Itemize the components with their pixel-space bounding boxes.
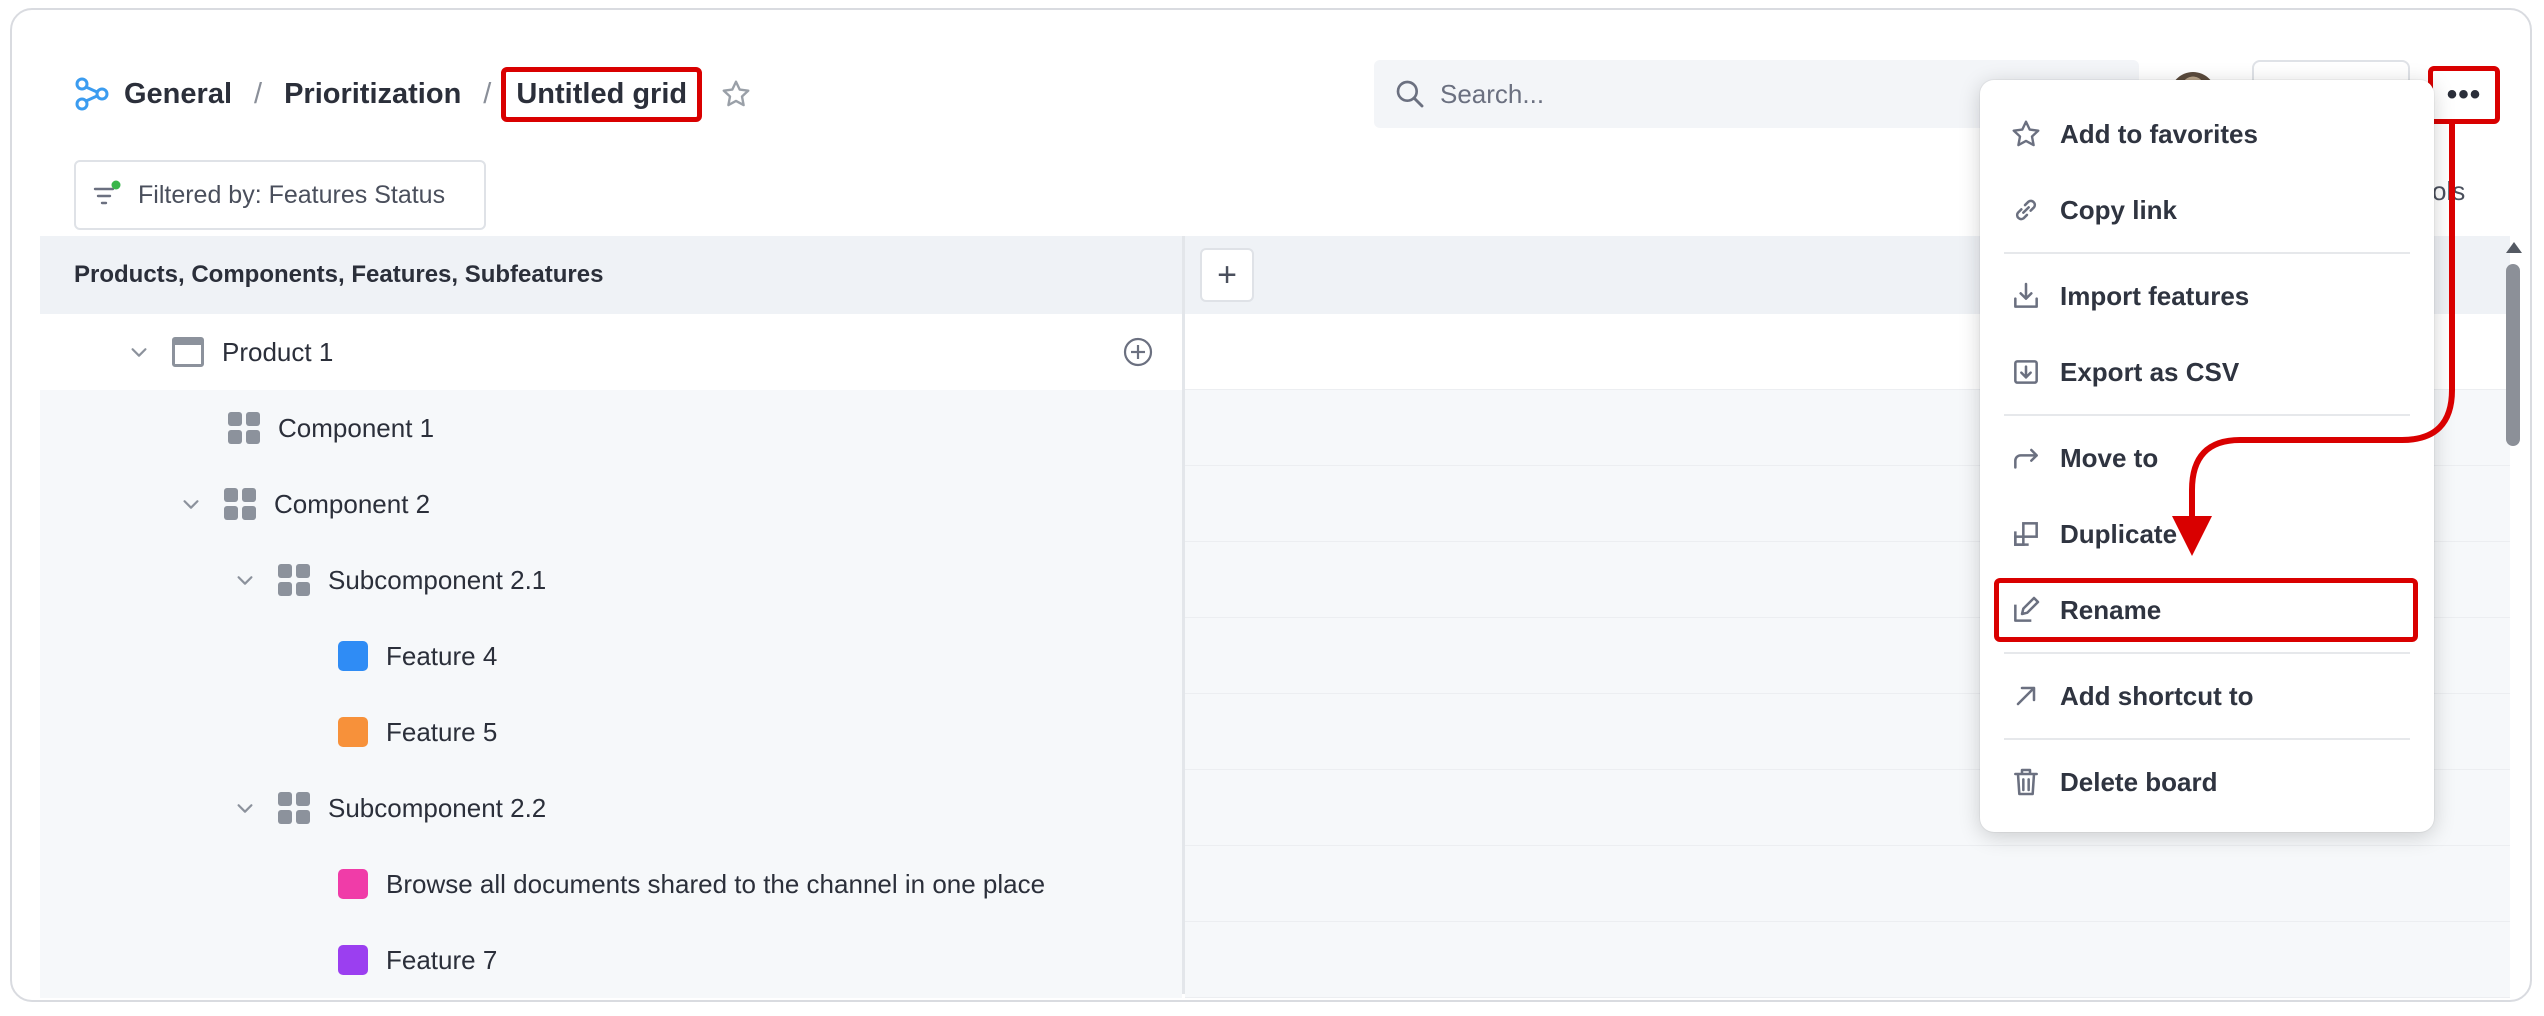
feature-color-swatch	[338, 869, 368, 899]
menu-item-export-csv[interactable]: Export as CSV	[1980, 342, 2434, 402]
chevron-down-icon[interactable]	[232, 795, 258, 821]
chevron-down-icon[interactable]	[126, 339, 152, 365]
export-icon	[2014, 360, 2038, 384]
component-icon	[228, 412, 260, 444]
move-icon	[2014, 448, 2038, 469]
menu-item-move-to[interactable]: Move to	[1980, 428, 2434, 488]
column-divider[interactable]	[1182, 236, 1185, 994]
add-column-button[interactable]: +	[1200, 248, 1254, 302]
menu-divider	[2004, 252, 2410, 254]
menu-item-delete-board[interactable]: Delete board	[1980, 752, 2434, 812]
tools-label[interactable]: ols	[2432, 176, 2465, 207]
row-label: Feature 4	[386, 640, 498, 671]
filter-label: Filtered by: Features Status	[138, 180, 446, 209]
link-icon	[2015, 199, 2037, 221]
feature-color-swatch	[338, 717, 368, 747]
search-input[interactable]	[1440, 78, 2040, 110]
rename-highlight-box	[1994, 578, 2418, 642]
chevron-down-icon[interactable]	[178, 491, 204, 517]
breadcrumb-prioritization[interactable]: Prioritization	[284, 78, 461, 111]
breadcrumb-general[interactable]: General	[124, 78, 232, 111]
app-logo-icon	[75, 77, 109, 111]
filter-active-dot	[111, 180, 121, 190]
star-icon	[722, 80, 750, 107]
favorite-star-button[interactable]	[718, 76, 754, 112]
duplicate-icon	[2014, 522, 2038, 546]
menu-item-add-to-favorites[interactable]: Add to favorites	[1980, 104, 2434, 164]
menu-divider	[2004, 652, 2410, 654]
app-window: General / Prioritization / Untitled grid…	[10, 8, 2532, 1002]
component-icon	[278, 792, 310, 824]
chevron-down-icon[interactable]	[232, 567, 258, 593]
feature-color-swatch	[338, 945, 368, 975]
menu-item-copy-link[interactable]: Copy link	[1980, 180, 2434, 240]
filter-button[interactable]: Filtered by: Features Status	[74, 160, 486, 230]
menu-item-add-shortcut[interactable]: Add shortcut to	[1980, 666, 2434, 726]
table-row[interactable]: Feature 7	[40, 922, 2510, 998]
vertical-scrollbar[interactable]	[2506, 264, 2520, 446]
breadcrumb-current-title[interactable]: Untitled grid	[501, 66, 703, 122]
product-icon	[172, 337, 204, 367]
grid-column-header: Products, Components, Features, Subfeatu…	[40, 236, 1182, 314]
scroll-up-arrow[interactable]	[2506, 242, 2522, 253]
more-options-button[interactable]: •••	[2428, 66, 2500, 124]
row-label: Component 2	[274, 488, 431, 519]
more-options-menu: Add to favorites Copy link Import featur…	[1980, 80, 2434, 832]
shortcut-icon	[2016, 686, 2036, 706]
import-icon	[2014, 282, 2038, 308]
search-icon	[1396, 80, 1424, 108]
table-row[interactable]: Browse all documents shared to the chann…	[40, 846, 2510, 922]
breadcrumb: General / Prioritization / Untitled grid	[124, 66, 754, 122]
breadcrumb-separator: /	[483, 77, 492, 110]
menu-divider	[2004, 738, 2410, 740]
menu-item-import-features[interactable]: Import features	[1980, 266, 2434, 326]
component-icon	[224, 488, 256, 520]
filter-icon	[93, 180, 121, 205]
feature-color-swatch	[338, 641, 368, 671]
row-label: Product 1	[222, 336, 334, 367]
menu-item-duplicate[interactable]: Duplicate	[1980, 504, 2434, 564]
add-child-icon[interactable]	[1122, 336, 1154, 368]
row-label: Browse all documents shared to the chann…	[386, 868, 1046, 899]
trash-icon	[2014, 768, 2038, 796]
star-icon	[2012, 120, 2040, 147]
row-label: Subcomponent 2.1	[328, 564, 547, 595]
menu-divider	[2004, 414, 2410, 416]
row-label: Subcomponent 2.2	[328, 792, 547, 823]
row-label: Feature 7	[386, 944, 498, 975]
row-label: Component 1	[278, 412, 435, 443]
component-icon	[278, 564, 310, 596]
breadcrumb-separator: /	[254, 77, 263, 110]
row-label: Feature 5	[386, 716, 498, 747]
